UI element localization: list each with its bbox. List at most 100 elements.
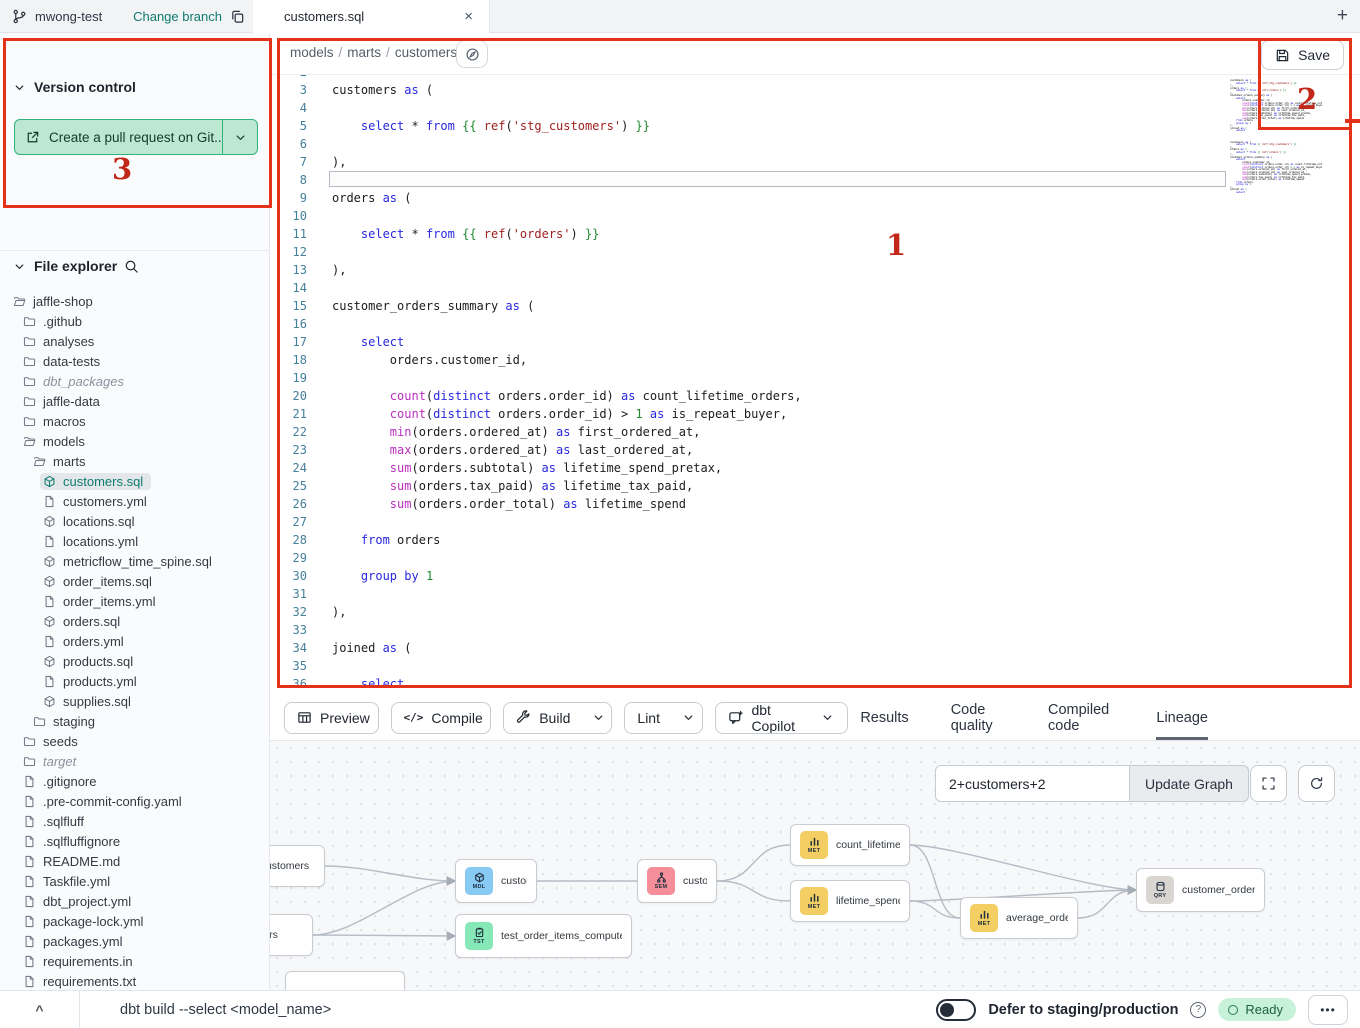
lineage-node-count_lifetime_orders[interactable]: METcount_lifetime_orders	[790, 824, 910, 866]
update-graph-button[interactable]: Update Graph	[1130, 765, 1249, 802]
file-tree-item[interactable]: .pre-commit-config.yaml	[0, 791, 268, 811]
toolbar-button-build[interactable]: Build	[503, 702, 612, 734]
file-icon	[43, 675, 56, 688]
file-tree-item[interactable]: analyses	[0, 331, 268, 351]
code-line: 4	[270, 99, 1360, 117]
line-number: 35	[270, 657, 307, 675]
lineage-node-orders[interactable]: orders	[270, 914, 313, 956]
chev-icon	[12, 259, 27, 274]
code-editor[interactable]: 23customers as (45 select * from {{ ref(…	[270, 75, 1360, 695]
file-icon	[23, 815, 36, 828]
file-tree-item[interactable]: .sqlfluff	[0, 811, 268, 831]
lineage-node-test[interactable]: TSTtest_order_items_compute_to_bools...	[455, 914, 632, 958]
code-line: 24 sum(orders.subtotal) as lifetime_spen…	[270, 459, 1360, 477]
file-tree-item[interactable]: staging	[0, 711, 268, 731]
more-options-button[interactable]: •••	[1308, 995, 1348, 1025]
expand-icon	[1261, 776, 1276, 791]
wrench-icon	[516, 710, 531, 725]
cube-icon	[43, 655, 56, 668]
status-bar: ^ dbt build --select <model_name> Defer …	[0, 990, 1360, 1028]
pr-dropdown-button[interactable]	[223, 120, 257, 154]
lineage-node-stub[interactable]	[285, 971, 405, 990]
file-tree-item[interactable]: macros	[0, 411, 268, 431]
file-explorer-header[interactable]: File explorer	[12, 258, 257, 274]
help-icon[interactable]: ?	[1190, 1002, 1206, 1018]
file-tree-item[interactable]: .sqlfluffignore	[0, 831, 268, 851]
command-bar-expand-button[interactable]: ^	[0, 991, 80, 1028]
lineage-node-stg_customers[interactable]: stg_customers	[270, 845, 325, 887]
save-button[interactable]: Save	[1261, 40, 1344, 70]
file-tree-item[interactable]: dbt_packages	[0, 371, 268, 391]
file-tree-item[interactable]: target	[0, 751, 268, 771]
file-tree-item[interactable]: orders.sql	[0, 611, 268, 631]
lineage-node-lifetime_spend_pretax[interactable]: METlifetime_spend_pretax	[790, 880, 910, 922]
file-tree-item[interactable]: .github	[0, 311, 268, 331]
file-tree-item[interactable]: package-lock.yml	[0, 911, 268, 931]
file-tree-item[interactable]: packages.yml	[0, 931, 268, 951]
toolbar-button-compile[interactable]: </>Compile	[391, 702, 492, 734]
cube-icon	[43, 555, 56, 568]
code-line: 12	[270, 243, 1360, 261]
toolbar-button-build-dropdown[interactable]	[582, 703, 612, 733]
file-tree-item[interactable]: products.sql	[0, 651, 268, 671]
command-text[interactable]: dbt build --select <model_name>	[120, 991, 331, 1028]
code-line: 28 from orders	[270, 531, 1360, 549]
file-tree-item[interactable]: order_items.sql	[0, 571, 268, 591]
file-tree-item[interactable]: .gitignore	[0, 771, 268, 791]
line-number: 13	[270, 261, 307, 279]
version-control-header[interactable]: Version control	[12, 79, 136, 95]
lineage-node-customers_sem[interactable]: SEMcustomers	[637, 859, 717, 903]
file-tree-item[interactable]: Taskfile.yml	[0, 871, 268, 891]
folder-icon	[33, 715, 46, 728]
close-icon[interactable]: ×	[460, 8, 477, 25]
file-icon	[23, 795, 36, 808]
file-tree-item[interactable]: products.yml	[0, 671, 268, 691]
editor-minimap[interactable]: customers as ( select * from {{ ref('stg…	[1230, 79, 1322, 202]
file-tree-item[interactable]: requirements.txt	[0, 971, 268, 990]
lineage-node-customer_order_metrics[interactable]: QRYcustomer_order_metrics	[1136, 868, 1265, 912]
tab-code-quality[interactable]: Code quality	[951, 695, 1006, 740]
lineage-compass-button[interactable]	[456, 40, 488, 68]
toolbar-button-lint[interactable]: Lint	[624, 702, 703, 734]
line-number: 25	[270, 477, 307, 495]
folder-icon	[23, 355, 36, 368]
file-tree-item[interactable]: jaffle-data	[0, 391, 268, 411]
file-tree-item[interactable]: metricflow_time_spine.sql	[0, 551, 268, 571]
file-tree-item[interactable]: jaffle-shop	[0, 291, 268, 311]
toolbar-button-lint-dropdown[interactable]	[672, 703, 703, 733]
tab-customers-sql[interactable]: customers.sql ×	[253, 0, 490, 33]
file-tree-item[interactable]: order_items.yml	[0, 591, 268, 611]
file-tree-item[interactable]: requirements.in	[0, 951, 268, 971]
lineage-node-customers_mdl[interactable]: MDLcustomers	[455, 859, 537, 903]
toolbar-button-preview[interactable]: Preview	[284, 702, 379, 734]
tab-compiled-code[interactable]: Compiled code	[1048, 695, 1114, 740]
result-tabs: Results Code quality Compiled code Lineage	[860, 695, 1208, 740]
file-tree-item[interactable]: marts	[0, 451, 268, 471]
refresh-button[interactable]	[1298, 765, 1335, 802]
tab-results[interactable]: Results	[860, 695, 908, 740]
new-tab-button[interactable]: +	[1337, 4, 1348, 28]
lineage-selector-input[interactable]	[935, 765, 1130, 802]
fullscreen-button[interactable]	[1250, 765, 1287, 802]
file-tree-item[interactable]: orders.yml	[0, 631, 268, 651]
file-tree-item[interactable]: customers.sql	[0, 471, 268, 491]
file-tree-item[interactable]: locations.sql	[0, 511, 268, 531]
tab-lineage[interactable]: Lineage	[1156, 695, 1208, 740]
file-tree-item[interactable]: models	[0, 431, 268, 451]
code-line: 22 min(orders.ordered_at) as first_order…	[270, 423, 1360, 441]
file-tree-item[interactable]: locations.yml	[0, 531, 268, 551]
file-tree-item[interactable]: README.md	[0, 851, 268, 871]
create-pull-request-button[interactable]: Create a pull request on Git...	[14, 119, 258, 155]
file-tree-item[interactable]: dbt_project.yml	[0, 891, 268, 911]
toolbar-button-dbt-copilot[interactable]: dbt Copilot	[715, 702, 848, 734]
lineage-node-average_order_value[interactable]: METaverage_order_value	[960, 897, 1078, 939]
defer-toggle[interactable]	[936, 999, 976, 1021]
badge-met: MET	[970, 904, 998, 932]
chev-icon	[591, 710, 606, 725]
file-tree-item[interactable]: seeds	[0, 731, 268, 751]
line-number: 8	[270, 171, 307, 189]
change-branch-link[interactable]: Change branch	[133, 9, 222, 24]
file-tree-item[interactable]: data-tests	[0, 351, 268, 371]
file-tree-item[interactable]: customers.yml	[0, 491, 268, 511]
file-tree-item[interactable]: supplies.sql	[0, 691, 268, 711]
